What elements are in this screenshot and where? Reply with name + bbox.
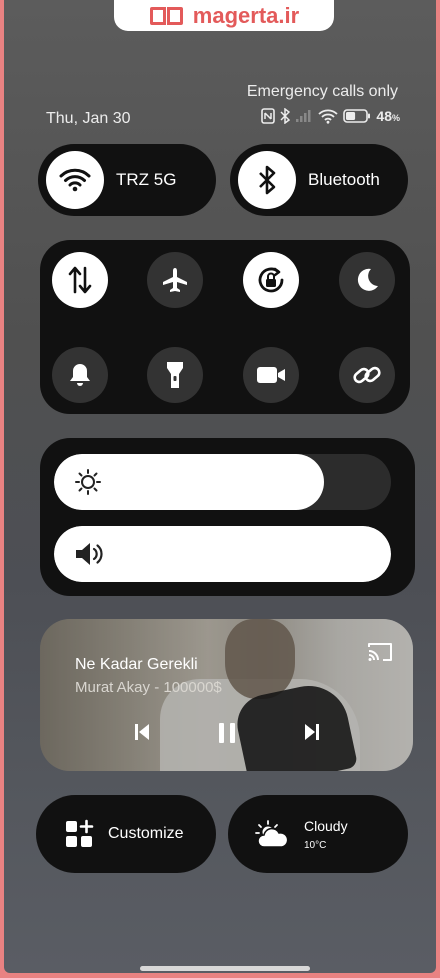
bluetooth-toggle[interactable]: Bluetooth bbox=[230, 144, 408, 216]
volume-slider[interactable] bbox=[54, 526, 391, 582]
bluetooth-status-icon bbox=[280, 108, 291, 124]
mobile-data-toggle[interactable] bbox=[52, 252, 108, 308]
home-indicator[interactable] bbox=[140, 966, 310, 971]
song-title: Ne Kadar Gerekli bbox=[75, 656, 198, 673]
brightness-slider[interactable] bbox=[54, 454, 391, 510]
airplane-icon bbox=[163, 268, 187, 292]
previous-track-icon[interactable] bbox=[133, 722, 151, 742]
quick-toggles-panel bbox=[40, 240, 410, 414]
carrier-status: Emergency calls only bbox=[246, 83, 398, 100]
next-track-icon[interactable] bbox=[303, 722, 321, 742]
weather-condition: Cloudy bbox=[304, 817, 348, 834]
weather-widget[interactable]: Cloudy 10°C bbox=[228, 795, 408, 873]
customize-grid-icon bbox=[66, 819, 94, 847]
link-icon bbox=[353, 366, 381, 384]
media-player-card[interactable]: Ne Kadar Gerekli Murat Akay - 100000$ bbox=[40, 619, 413, 771]
bell-icon bbox=[70, 364, 90, 386]
book-logo-icon bbox=[149, 5, 185, 27]
rotation-lock-toggle[interactable] bbox=[243, 252, 299, 308]
date-label: Thu, Jan 30 bbox=[46, 110, 131, 127]
link-toggle[interactable] bbox=[339, 347, 395, 403]
customize-button[interactable]: Customize bbox=[36, 795, 216, 873]
screen-recorder-toggle[interactable] bbox=[243, 347, 299, 403]
mobile-data-icon bbox=[68, 266, 92, 294]
wifi-icon bbox=[46, 151, 104, 209]
sound-toggle[interactable] bbox=[52, 347, 108, 403]
wifi-status-icon bbox=[318, 109, 339, 124]
bluetooth-label: Bluetooth bbox=[308, 170, 380, 189]
watermark-banner: magerta.ir bbox=[114, 0, 334, 31]
moon-icon bbox=[357, 268, 378, 291]
battery-percent: 48% bbox=[376, 108, 400, 124]
control-center: magerta.ir Emergency calls only Thu, Jan… bbox=[4, 0, 436, 973]
flashlight-icon bbox=[167, 362, 183, 388]
song-artist: Murat Akay - 100000$ bbox=[75, 679, 222, 696]
pause-icon[interactable] bbox=[216, 722, 238, 744]
speaker-icon bbox=[76, 543, 103, 565]
weather-temperature: 10°C bbox=[304, 839, 327, 851]
wifi-toggle[interactable]: TRZ 5G bbox=[38, 144, 216, 216]
customize-label: Customize bbox=[108, 825, 184, 842]
status-icons: 48% bbox=[261, 108, 400, 124]
watermark-text: magerta.ir bbox=[192, 2, 300, 28]
video-camera-icon bbox=[257, 367, 285, 383]
airplane-mode-toggle[interactable] bbox=[147, 252, 203, 308]
flashlight-toggle[interactable] bbox=[147, 347, 203, 403]
cast-icon[interactable] bbox=[367, 641, 393, 663]
dark-mode-toggle[interactable] bbox=[339, 252, 395, 308]
bluetooth-icon bbox=[238, 151, 296, 209]
weather-text: Cloudy 10°C bbox=[304, 818, 348, 851]
sun-icon bbox=[75, 469, 101, 495]
rotation-lock-icon bbox=[258, 267, 284, 293]
sliders-panel bbox=[40, 438, 415, 596]
cloudy-weather-icon bbox=[255, 820, 289, 848]
nfc-icon bbox=[261, 108, 276, 124]
signal-icon bbox=[296, 110, 311, 122]
wifi-network-label: TRZ 5G bbox=[116, 170, 177, 189]
battery-icon bbox=[343, 109, 371, 123]
